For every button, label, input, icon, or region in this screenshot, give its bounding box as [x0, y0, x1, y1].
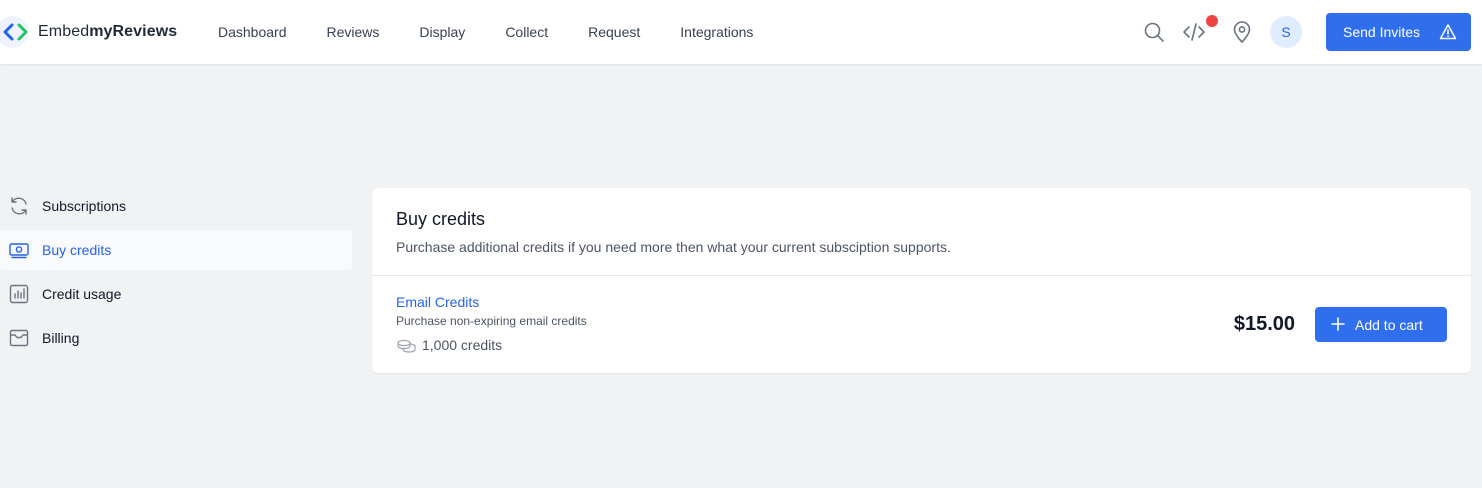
inbox-icon: [8, 327, 30, 349]
page-title: Buy credits: [396, 209, 486, 229]
nav-display[interactable]: Display: [419, 24, 465, 40]
sidebar-item-credit-usage[interactable]: Credit usage: [0, 274, 352, 314]
card-header: Buy credits Purchase additional credits …: [372, 188, 1471, 276]
sidebar-item-subscriptions[interactable]: Subscriptions: [0, 186, 352, 226]
page-subtitle: Purchase additional credits if you need …: [396, 239, 951, 255]
product-row: Email Credits Purchase non-expiring emai…: [372, 276, 1471, 372]
settings-sidebar: Subscriptions Buy credits Credit usage B…: [0, 186, 352, 362]
add-to-cart-button[interactable]: Add to cart: [1315, 307, 1447, 342]
send-invites-button[interactable]: Send Invites: [1326, 13, 1471, 51]
location-pin-icon[interactable]: [1230, 20, 1254, 44]
product-price: $15.00: [1233, 313, 1295, 335]
warning-icon: [1439, 24, 1457, 40]
sidebar-item-buy-credits[interactable]: Buy credits: [0, 230, 352, 270]
brand-name: EmbedmyReviews: [38, 23, 178, 40]
nav-reviews[interactable]: Reviews: [327, 24, 380, 40]
main-nav: Dashboard Reviews Display Collect Reques…: [218, 0, 793, 64]
nav-dashboard[interactable]: Dashboard: [218, 24, 287, 40]
nav-request[interactable]: Request: [588, 24, 640, 40]
money-icon: [8, 239, 30, 261]
sidebar-item-label: Buy credits: [42, 242, 112, 258]
nav-integrations[interactable]: Integrations: [680, 24, 753, 40]
notification-dot: [1206, 15, 1218, 27]
top-navbar: EmbedmyReviews Dashboard Reviews Display…: [0, 0, 1482, 64]
coins-icon: [397, 339, 416, 353]
search-icon[interactable]: [1142, 20, 1166, 44]
refresh-icon: [8, 195, 30, 217]
sidebar-item-label: Subscriptions: [42, 198, 127, 214]
add-to-cart-label: Add to cart: [1355, 316, 1423, 333]
sidebar-item-label: Credit usage: [42, 286, 122, 302]
send-invites-label: Send Invites: [1343, 24, 1421, 40]
bar-chart-icon: [8, 283, 30, 305]
sidebar-item-billing[interactable]: Billing: [0, 318, 352, 358]
product-credits: 1,000 credits: [396, 337, 1447, 353]
brand-logo[interactable]: EmbedmyReviews: [0, 14, 177, 50]
sidebar-item-label: Billing: [42, 330, 80, 346]
logo-mark-icon: [0, 14, 32, 50]
code-icon[interactable]: [1182, 20, 1206, 44]
user-avatar[interactable]: S: [1270, 16, 1302, 48]
product-name-link[interactable]: Email Credits: [396, 294, 1447, 310]
plus-icon: [1331, 317, 1345, 331]
credits-amount: 1,000 credits: [422, 337, 503, 353]
buy-credits-card: Buy credits Purchase additional credits …: [372, 188, 1471, 373]
nav-collect[interactable]: Collect: [505, 24, 548, 40]
